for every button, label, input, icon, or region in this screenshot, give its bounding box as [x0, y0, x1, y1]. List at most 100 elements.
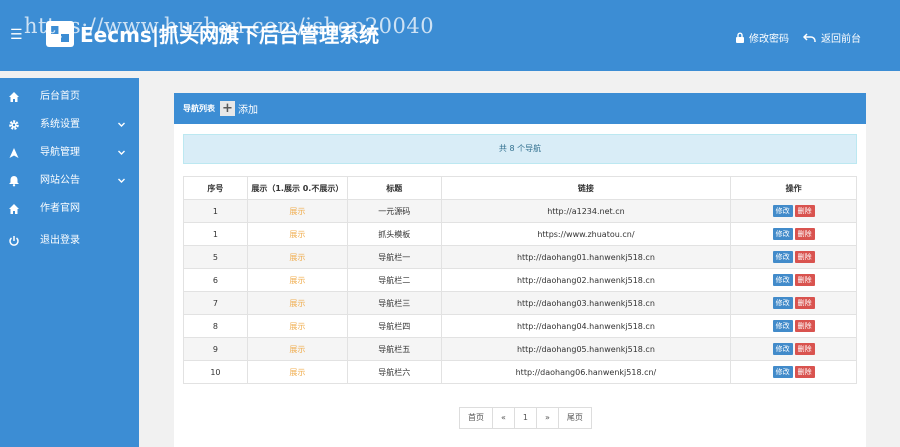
- row-order: 9: [183, 337, 248, 361]
- row-actions: 修改 删除: [730, 199, 857, 223]
- delete-button[interactable]: 删除: [794, 366, 815, 378]
- edit-button[interactable]: 修改: [772, 320, 793, 332]
- home-icon: [9, 92, 19, 102]
- pagination: 首页 « 1 » 尾页: [459, 407, 592, 429]
- top-header: ☰ Eecms|抓头网旗下后台管理系统 https://www.huzhan.c…: [0, 0, 900, 71]
- pager-first[interactable]: 首页: [460, 408, 493, 428]
- sidebar-item-label: 导航管理: [40, 147, 80, 158]
- nav-list-panel: 导航列表 + 添加 共 8 个导航 序号 展示（1.展示 0.不展示） 标题 链…: [174, 93, 866, 447]
- col-show-header: 展示（1.展示 0.不展示）: [246, 176, 348, 200]
- home-icon: [9, 204, 19, 214]
- pager-next[interactable]: »: [537, 408, 559, 428]
- sidebar-item-home[interactable]: 后台首页: [0, 84, 139, 110]
- add-button[interactable]: + 添加: [220, 101, 258, 116]
- row-link: http://daohang02.hanwenkj518.cn: [440, 268, 732, 292]
- delete-button[interactable]: 删除: [794, 274, 815, 286]
- row-actions: 修改 删除: [730, 337, 857, 361]
- edit-button[interactable]: 修改: [772, 251, 793, 263]
- edit-button[interactable]: 修改: [772, 366, 793, 378]
- panel-header: 导航列表 + 添加: [174, 93, 866, 124]
- back-to-front-link[interactable]: 返回前台: [803, 30, 861, 45]
- panel-title: 导航列表: [183, 104, 215, 113]
- row-link: http://daohang04.hanwenkj518.cn: [440, 314, 732, 338]
- row-actions: 修改 删除: [730, 268, 857, 292]
- row-show: 展示: [246, 222, 348, 246]
- row-actions: 修改 删除: [730, 314, 857, 338]
- table-row: 1 展示 抓头模板 https://www.zhuatou.cn/修改 删除: [183, 222, 857, 246]
- sidebar-item-notice[interactable]: 网站公告: [0, 168, 139, 194]
- change-password-label: 修改密码: [749, 34, 789, 45]
- row-title: 抓头模板: [346, 222, 442, 246]
- row-link: http://daohang03.hanwenkj518.cn: [440, 291, 732, 315]
- sidebar-item-nav[interactable]: 导航管理: [0, 140, 139, 166]
- delete-button[interactable]: 删除: [794, 343, 815, 355]
- delete-button[interactable]: 删除: [794, 297, 815, 309]
- col-link-header: 链接: [440, 176, 732, 200]
- back-to-front-label: 返回前台: [821, 34, 861, 45]
- row-show: 展示: [246, 268, 348, 292]
- row-actions: 修改 删除: [730, 245, 857, 269]
- row-show: 展示: [246, 199, 348, 223]
- pager-last[interactable]: 尾页: [558, 408, 591, 428]
- chevron-down-icon: [118, 122, 125, 127]
- edit-button[interactable]: 修改: [772, 274, 793, 286]
- edit-button[interactable]: 修改: [772, 228, 793, 240]
- row-order: 7: [183, 291, 248, 315]
- row-link: http://daohang05.hanwenkj518.cn: [440, 337, 732, 361]
- chevron-down-icon: [118, 178, 125, 183]
- table-row: 7 展示 导航栏三 http://daohang03.hanwenkj518.cn 修改…: [183, 291, 857, 315]
- sidebar-item-label: 系统设置: [40, 119, 80, 130]
- edit-button[interactable]: 修改: [772, 205, 793, 217]
- col-order-header: 序号: [183, 176, 248, 200]
- row-link: http://daohang01.hanwenkj518.cn: [440, 245, 732, 269]
- row-title: 导航栏三: [346, 291, 442, 315]
- menu-icon[interactable]: ☰: [10, 28, 23, 42]
- edit-button[interactable]: 修改: [772, 297, 793, 309]
- table-row: 9 展示 导航栏五 http://daohang05.hanwenkj518.cn 修改…: [183, 337, 857, 361]
- row-title: 导航栏六: [346, 360, 442, 384]
- sidebar-item-author-site[interactable]: 作者官网: [0, 196, 139, 222]
- row-show: 展示: [246, 291, 348, 315]
- delete-button[interactable]: 删除: [794, 320, 815, 332]
- row-show: 展示: [246, 360, 348, 384]
- col-actions-header: 操作: [730, 176, 857, 200]
- bell-icon: [9, 176, 19, 187]
- delete-button[interactable]: 删除: [794, 251, 815, 263]
- row-order: 1: [183, 199, 248, 223]
- change-password-link[interactable]: 修改密码: [735, 30, 789, 45]
- pager-prev[interactable]: «: [493, 408, 515, 428]
- row-order: 1: [183, 222, 248, 246]
- chevron-down-icon: [118, 150, 125, 155]
- nav-table: 序号 展示（1.展示 0.不展示） 标题 链接 操作 1 展示 一元源码 http:/…: [183, 176, 857, 384]
- sidebar-item-logout[interactable]: 退出登录: [0, 228, 139, 254]
- row-order: 5: [183, 245, 248, 269]
- row-show: 展示: [246, 314, 348, 338]
- plus-icon: +: [220, 101, 235, 116]
- delete-button[interactable]: 删除: [794, 228, 815, 240]
- sidebar-item-settings[interactable]: 系统设置: [0, 112, 139, 138]
- row-show: 展示: [246, 245, 348, 269]
- col-title-header: 标题: [346, 176, 442, 200]
- delete-button[interactable]: 删除: [794, 205, 815, 217]
- row-link: http://daohang06.hanwenkj518.cn/: [440, 360, 732, 384]
- sidebar-item-label: 退出登录: [40, 235, 80, 246]
- table-row: 1 展示 一元源码 http://a1234.net.cn 修改 删除: [183, 199, 857, 223]
- lock-icon: [736, 32, 744, 43]
- row-link: https://www.zhuatou.cn/: [440, 222, 732, 246]
- nav-count-info: 共 8 个导航: [183, 134, 857, 164]
- row-order: 6: [183, 268, 248, 292]
- sidebar-item-label: 后台首页: [40, 91, 80, 102]
- row-title: 导航栏四: [346, 314, 442, 338]
- undo-icon: [803, 32, 816, 42]
- row-order: 10: [183, 360, 248, 384]
- row-actions: 修改 删除: [730, 222, 857, 246]
- row-show: 展示: [246, 337, 348, 361]
- table-row: 6 展示 导航栏二 http://daohang02.hanwenkj518.cn 修改…: [183, 268, 857, 292]
- pager-current[interactable]: 1: [514, 408, 537, 428]
- edit-button[interactable]: 修改: [772, 343, 793, 355]
- nav-icon: [9, 148, 19, 158]
- table-row: 8 展示 导航栏四 http://daohang04.hanwenkj518.cn 修改…: [183, 314, 857, 338]
- watermark-text: https://www.huzhan.com/ishop20040: [24, 14, 435, 38]
- table-header-row: 序号 展示（1.展示 0.不展示） 标题 链接 操作: [183, 176, 857, 200]
- row-link: http://a1234.net.cn: [440, 199, 732, 223]
